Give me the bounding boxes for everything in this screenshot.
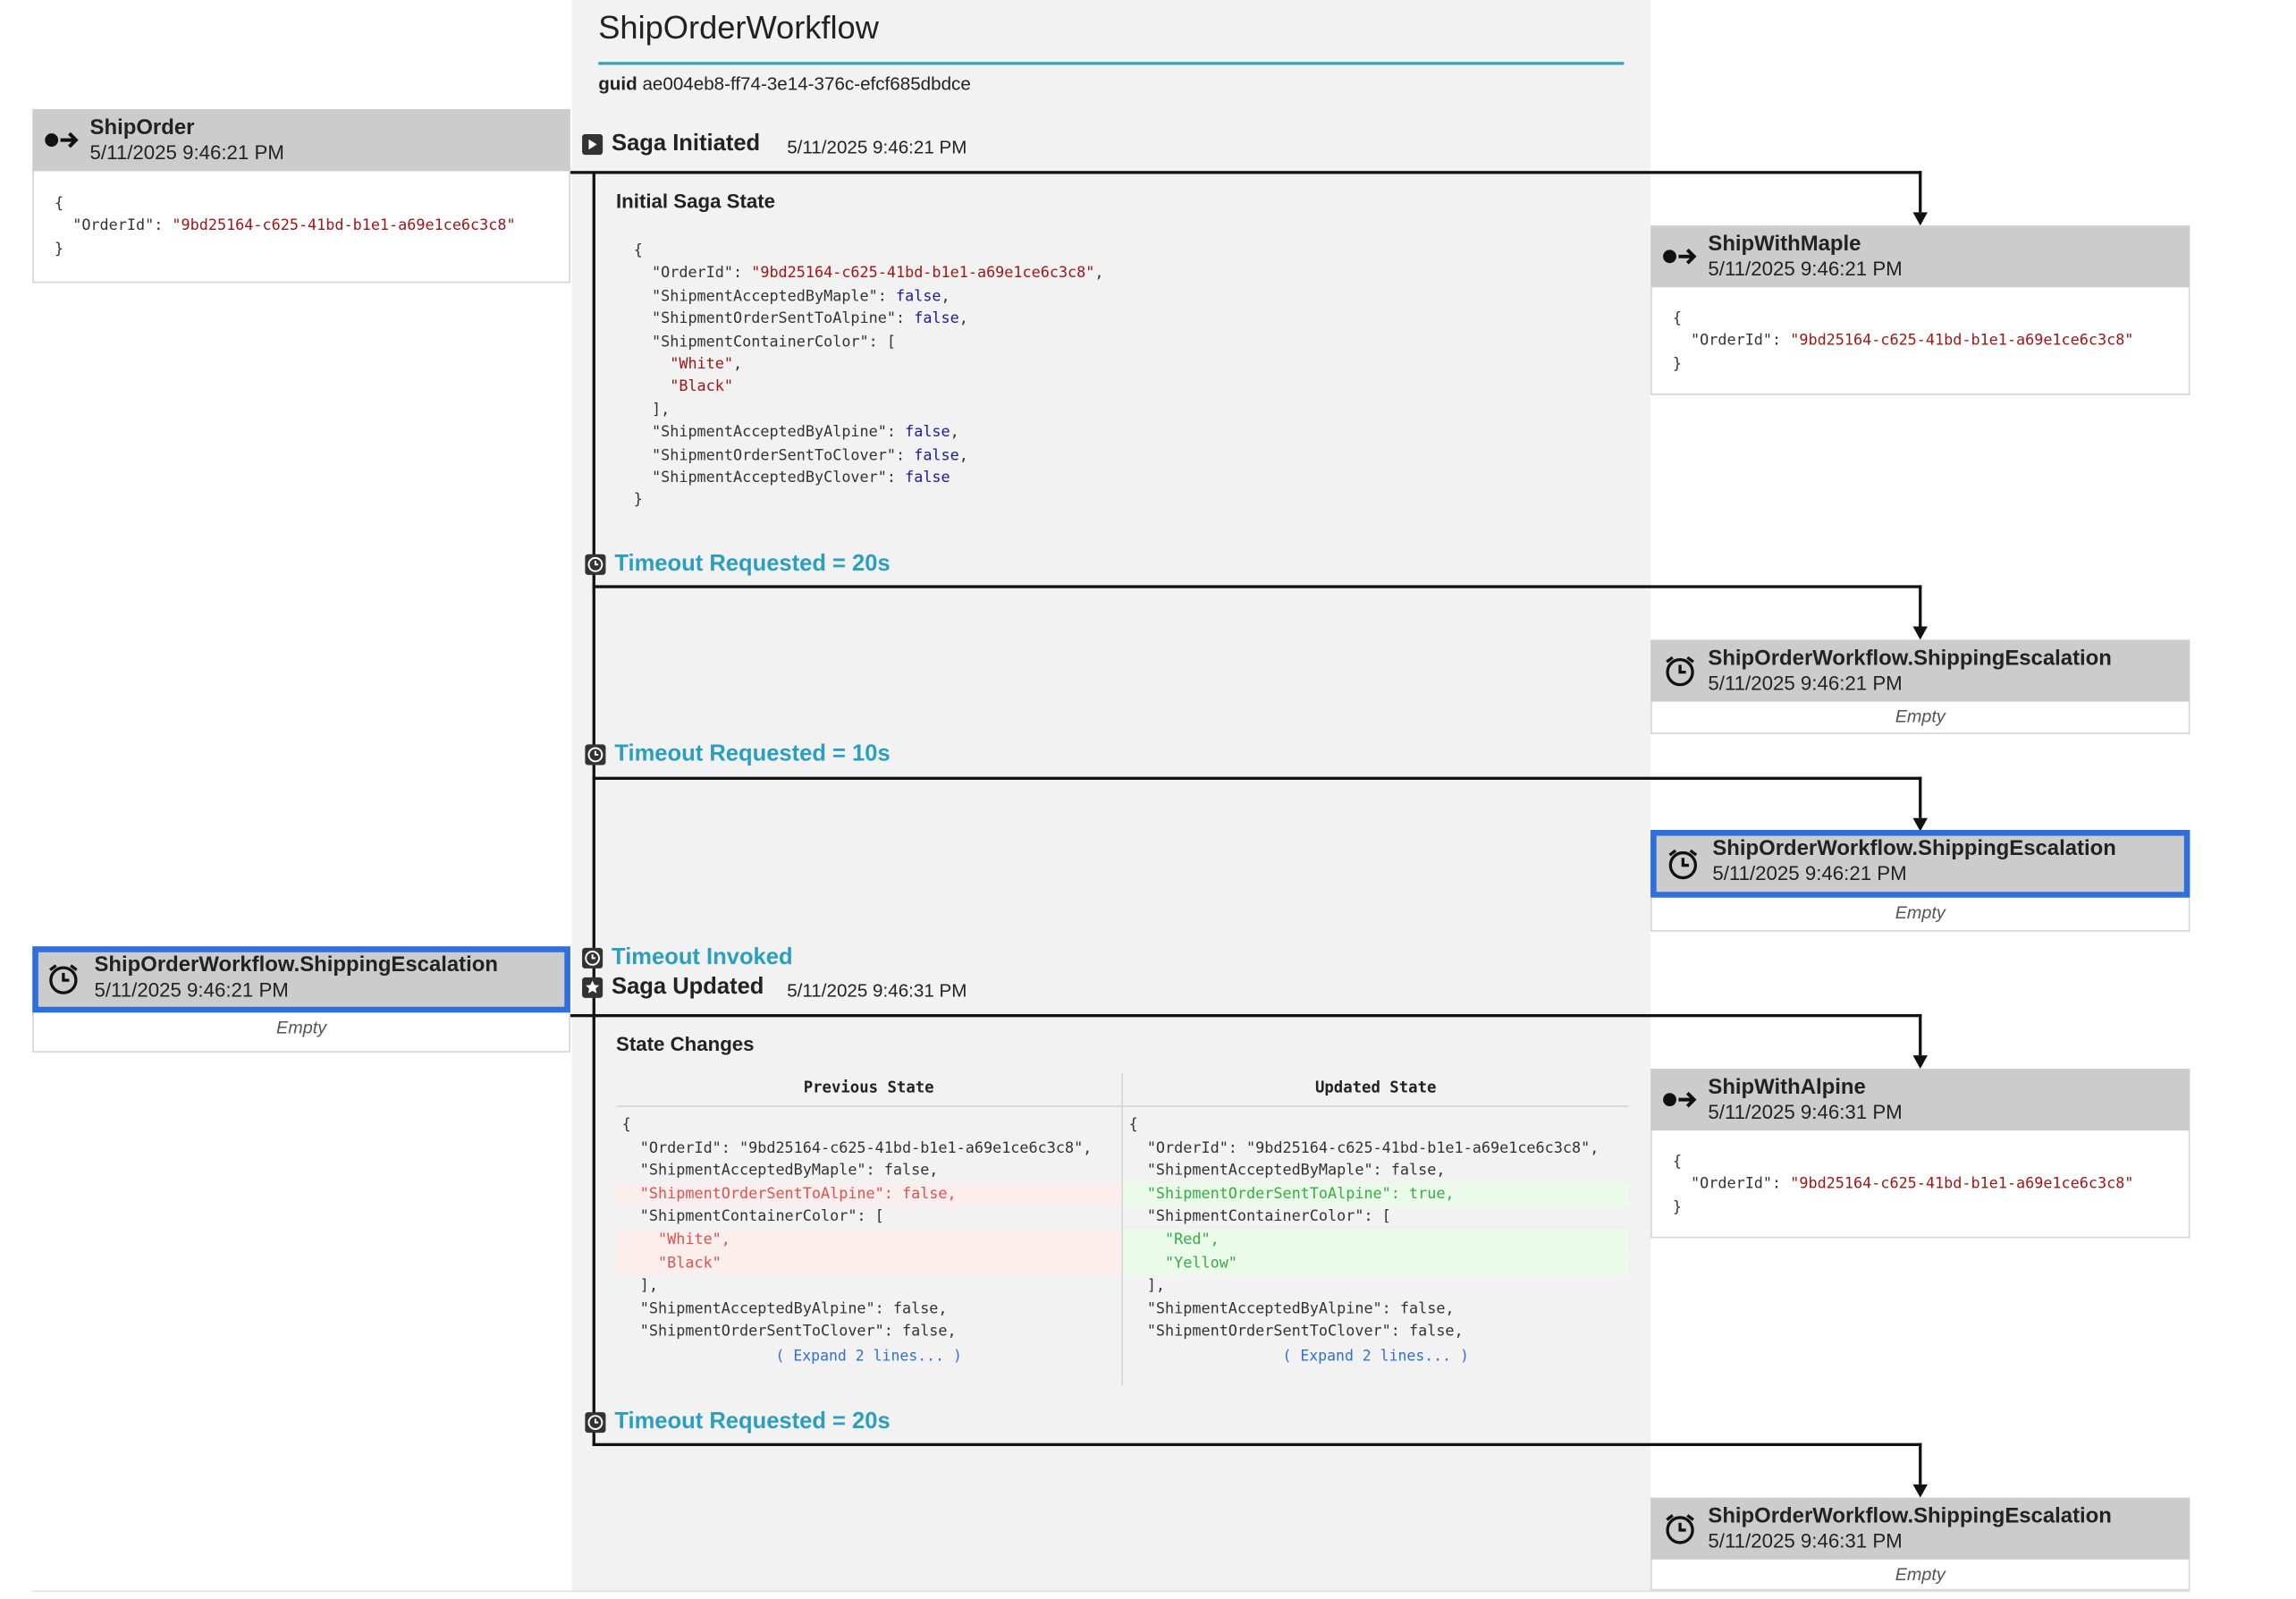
diff-line: "ShipmentOrderSentToClover": false, xyxy=(1128,1324,1464,1341)
connector-initiated-drop xyxy=(1919,171,1922,213)
outgoing-message-shipping-escalation-3[interactable]: ShipOrderWorkflow.ShippingEscalation 5/1… xyxy=(1650,1497,2190,1591)
connector-timeout1 xyxy=(592,585,1922,588)
incoming-message-shiporder[interactable]: ShipOrder 5/11/2025 9:46:21 PM { "OrderI… xyxy=(32,108,570,283)
diff-line: "Yellow" xyxy=(1123,1252,1629,1276)
event-time: 5/11/2025 9:46:31 PM xyxy=(787,980,967,1002)
event-time: 5/11/2025 9:46:21 PM xyxy=(787,137,967,158)
diff-line: "Black" xyxy=(615,1252,1122,1276)
initial-state-json: { "OrderId": "9bd25164-c625-41bd-b1e1-a6… xyxy=(633,242,1104,510)
diff-line: "ShipmentAcceptedByMaple": false, xyxy=(1128,1163,1446,1180)
message-name: ShipWithAlpine xyxy=(1708,1076,1866,1100)
connector-timeout3-drop xyxy=(1919,1442,1922,1485)
saga-title: ShipOrderWorkflow xyxy=(598,8,879,47)
diff-line: { xyxy=(621,1117,631,1134)
arrow-to-escalation-3 xyxy=(1912,1484,1928,1498)
divider xyxy=(32,1590,2190,1593)
connector-timeout2-drop xyxy=(1919,776,1922,818)
alarm-clock-icon xyxy=(1666,1514,1694,1544)
outgoing-message-shipwithalpine[interactable]: ShipWithAlpine 5/11/2025 9:46:31 PM { "O… xyxy=(1650,1069,2190,1239)
event-saga-updated: Saga Updated xyxy=(612,974,764,1000)
event-timeout-invoked: Timeout Invoked xyxy=(612,944,793,970)
previous-state-column: Previous State { "OrderId": "9bd25164-c6… xyxy=(615,1072,1124,1386)
message-empty: Empty xyxy=(1650,897,2190,932)
message-time: 5/11/2025 9:46:21 PM xyxy=(1712,862,1907,884)
message-name: ShipOrderWorkflow.ShippingEscalation xyxy=(1708,1504,2112,1529)
message-name: ShipOrderWorkflow.ShippingEscalation xyxy=(94,953,498,977)
incoming-message-shipping-escalation[interactable]: ShipOrderWorkflow.ShippingEscalation 5/1… xyxy=(32,946,570,1053)
event-timeout-requested-1: Timeout Requested = 20s xyxy=(614,551,891,577)
diff-line: "ShipmentAcceptedByAlpine": false, xyxy=(1128,1301,1455,1318)
message-name: ShipOrderWorkflow.ShippingEscalation xyxy=(1712,837,2116,861)
diff-line: "White", xyxy=(615,1229,1122,1253)
outgoing-message-shipping-escalation-2[interactable]: ShipOrderWorkflow.ShippingEscalation 5/1… xyxy=(1650,829,2190,932)
clock-icon xyxy=(585,554,606,575)
diff-line: "ShipmentOrderSentToClover": false, xyxy=(621,1324,957,1341)
event-saga-initiated: Saga Initiated xyxy=(612,131,761,157)
alarm-clock-icon xyxy=(1668,849,1698,880)
initial-state-title: Initial Saga State xyxy=(615,190,776,213)
message-time: 5/11/2025 9:46:21 PM xyxy=(1708,258,1903,281)
diff-line: ], xyxy=(621,1278,659,1295)
saga-guid: guid ae004eb8-ff74-3e14-376c-efcf685dbdc… xyxy=(598,73,971,95)
updated-state-header: Updated State xyxy=(1123,1073,1629,1107)
diff-line: "ShipmentOrderSentToAlpine": true, xyxy=(1123,1183,1629,1206)
expand-lines-link[interactable]: ( Expand 2 lines... ) xyxy=(1123,1349,1628,1365)
saga-diagram: ShipOrderWorkflow guid ae004eb8-ff74-3e1… xyxy=(0,0,2296,1599)
message-body: { "OrderId": "9bd25164-c625-41bd-b1e1-a6… xyxy=(1672,1154,2134,1216)
outgoing-message-shipwithmaple[interactable]: ShipWithMaple 5/11/2025 9:46:21 PM { "Or… xyxy=(1650,225,2190,395)
message-empty: Empty xyxy=(32,1012,570,1053)
alarm-clock-icon xyxy=(49,964,78,994)
diff-line: ], xyxy=(1128,1278,1166,1295)
message-send-icon xyxy=(1663,248,1697,265)
message-empty: Empty xyxy=(1650,1559,2190,1591)
previous-state-header: Previous State xyxy=(615,1073,1122,1107)
arrow-to-escalation-1 xyxy=(1912,626,1928,640)
message-time: 5/11/2025 9:46:31 PM xyxy=(1708,1529,1903,1552)
outgoing-message-shipping-escalation-1[interactable]: ShipOrderWorkflow.ShippingEscalation 5/1… xyxy=(1650,639,2190,734)
message-name: ShipOrder xyxy=(89,116,195,140)
event-timeout-requested-3: Timeout Requested = 20s xyxy=(614,1409,891,1434)
message-send-icon xyxy=(1663,1091,1697,1108)
message-time: 5/11/2025 9:46:31 PM xyxy=(1708,1101,1903,1124)
diff-line: "ShipmentAcceptedByAlpine": false, xyxy=(621,1301,948,1318)
arrow-to-shipwithmaple xyxy=(1912,212,1928,226)
diff-line: { xyxy=(1128,1117,1138,1134)
diff-line: "ShipmentContainerColor": [ xyxy=(1128,1209,1391,1226)
diff-line: "ShipmentOrderSentToAlpine": false, xyxy=(615,1183,1122,1206)
connector-updated-drop xyxy=(1919,1014,1922,1056)
diff-line: "ShipmentContainerColor": [ xyxy=(621,1209,884,1226)
message-time: 5/11/2025 9:46:21 PM xyxy=(94,978,289,1002)
message-empty: Empty xyxy=(1650,701,2190,734)
message-time: 5/11/2025 9:46:21 PM xyxy=(1708,672,1903,695)
timeline-vertical-line xyxy=(592,172,595,1446)
play-icon xyxy=(582,133,604,156)
expand-lines-link[interactable]: ( Expand 2 lines... ) xyxy=(616,1349,1121,1365)
star-icon xyxy=(582,977,604,998)
message-body: { "OrderId": "9bd25164-c625-41bd-b1e1-a6… xyxy=(54,196,516,258)
arrow-to-shipwithalpine xyxy=(1912,1055,1928,1070)
message-body: { "OrderId": "9bd25164-c625-41bd-b1e1-a6… xyxy=(1672,310,2134,373)
state-diff: Previous State { "OrderId": "9bd25164-c6… xyxy=(615,1072,1630,1386)
message-send-icon xyxy=(45,131,79,148)
diff-line: "Red", xyxy=(1123,1229,1629,1253)
connector-timeout1-drop xyxy=(1919,585,1922,627)
connector-timeout3 xyxy=(592,1442,1922,1446)
message-name: ShipWithMaple xyxy=(1708,233,1861,257)
title-divider xyxy=(598,62,1625,65)
clock-icon xyxy=(582,947,604,969)
message-name: ShipOrderWorkflow.ShippingEscalation xyxy=(1708,647,2112,671)
updated-state-column: Updated State { "OrderId": "9bd25164-c62… xyxy=(1123,1073,1629,1385)
state-changes-title: State Changes xyxy=(615,1033,755,1056)
diff-line: "OrderId": "9bd25164-c625-41bd-b1e1-a69e… xyxy=(1128,1140,1600,1157)
event-timeout-requested-2: Timeout Requested = 10s xyxy=(614,741,891,767)
diff-line: "ShipmentAcceptedByMaple": false, xyxy=(621,1163,939,1180)
connector-timeout2 xyxy=(592,776,1922,780)
alarm-clock-icon xyxy=(1666,656,1694,687)
clock-icon xyxy=(585,744,606,766)
diff-line: "OrderId": "9bd25164-c625-41bd-b1e1-a69e… xyxy=(621,1140,1093,1157)
clock-icon xyxy=(585,1412,606,1434)
message-time: 5/11/2025 9:46:21 PM xyxy=(89,141,284,164)
